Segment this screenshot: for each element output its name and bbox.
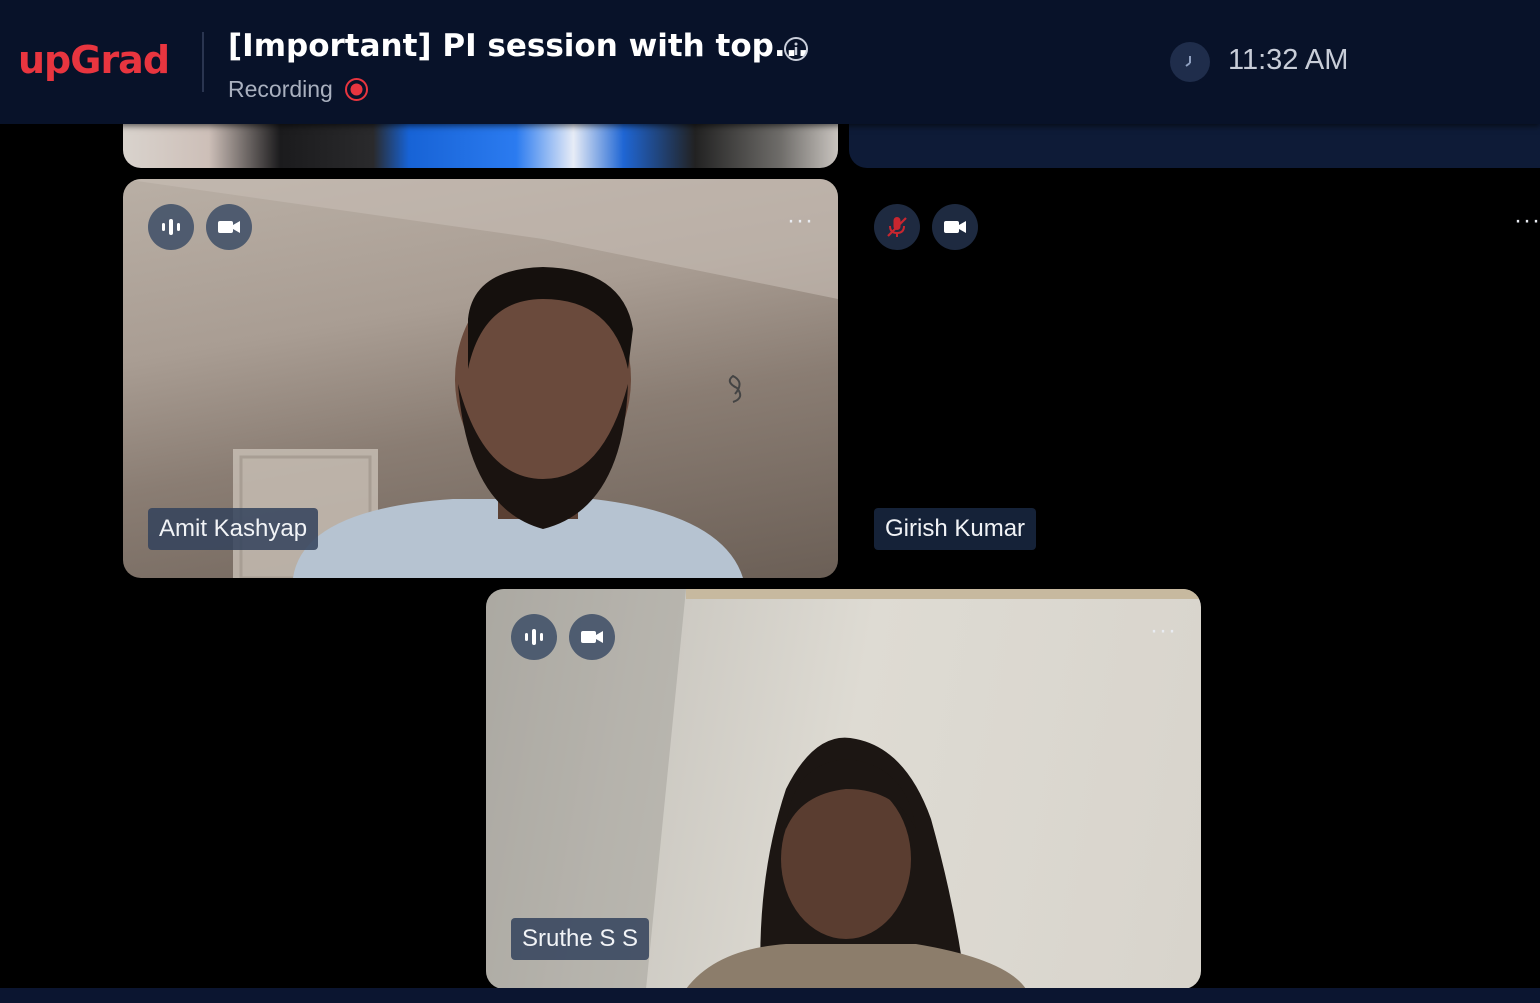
video-tile-amit[interactable]: ··· Amit Kashyap [123, 179, 838, 578]
more-options-icon[interactable]: ··· [1514, 209, 1540, 233]
video-indicator[interactable] [569, 614, 615, 660]
recording-label: Recording [228, 76, 333, 102]
video-camera-icon [218, 221, 240, 233]
mic-muted-icon [887, 217, 907, 237]
mic-muted-indicator[interactable] [874, 204, 920, 250]
video-indicator[interactable] [932, 204, 978, 250]
clock-icon [1185, 56, 1191, 67]
audio-indicator[interactable] [148, 204, 194, 250]
audio-indicator[interactable] [511, 614, 557, 660]
header-divider [202, 32, 204, 92]
upgrad-logo: upGrad [18, 38, 170, 82]
video-tile-sruthe[interactable]: ··· Sruthe S S [486, 589, 1201, 989]
current-time: 11:32 AM [1228, 44, 1349, 76]
video-camera-icon [581, 631, 603, 643]
participant-name: Girish Kumar [874, 508, 1037, 550]
participant-name: Sruthe S S [511, 918, 650, 960]
more-options-icon[interactable]: ··· [1150, 619, 1177, 643]
participant-name: Amit Kashyap [148, 508, 319, 550]
meeting-header: upGrad [Important] PI session with top..… [0, 0, 1540, 124]
recording-dot-icon [345, 78, 368, 101]
video-camera-icon [944, 221, 966, 233]
audio-wave-icon [525, 629, 543, 645]
info-icon[interactable] [783, 36, 809, 62]
video-tile-girish[interactable]: ··· Girish Kumar [849, 179, 1540, 578]
clock-button[interactable] [1170, 42, 1210, 82]
more-options-icon[interactable]: ··· [787, 209, 814, 233]
audio-wave-icon [162, 219, 180, 235]
bottom-bar [0, 988, 1540, 1003]
meeting-title: [Important] PI session with top... [228, 28, 810, 64]
video-indicator[interactable] [206, 204, 252, 250]
